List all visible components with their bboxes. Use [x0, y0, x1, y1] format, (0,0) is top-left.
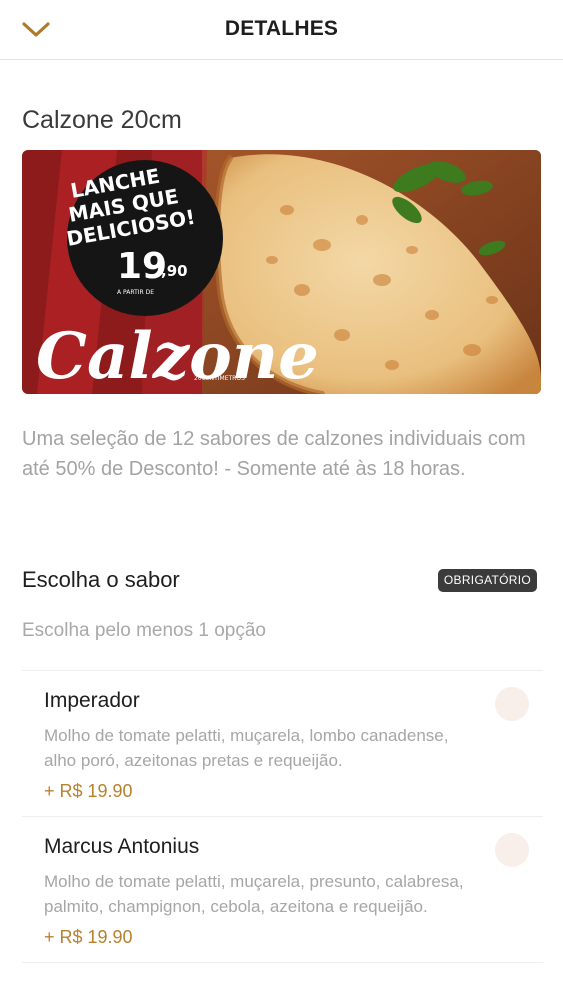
banner-brand-sub: 20CENTÍMETROS [194, 375, 245, 382]
option-price: + R$ 19.90 [44, 927, 133, 947]
product-description: Uma seleção de 12 sabores de calzones in… [22, 428, 526, 480]
product-image: LANCHE MAIS QUE DELICIOSO! 19 ,90 A PART… [22, 150, 541, 394]
options-section-title: Escolha o sabor [22, 567, 180, 592]
option-radio[interactable] [495, 833, 529, 867]
option-description: Molho de tomate pelatti, muçarela, presu… [44, 872, 464, 916]
banner-price-prefix: A PARTIR DE [117, 289, 154, 296]
option-item-imperador[interactable]: Imperador Molho de tomate pelatti, muçar… [22, 671, 543, 817]
banner-price-main: 19 [117, 246, 167, 287]
option-item-marcus-antonius[interactable]: Marcus Antonius Molho de tomate pelatti,… [22, 817, 543, 963]
top-bar: DETALHES [0, 0, 563, 60]
option-price: + R$ 19.90 [44, 781, 133, 801]
required-badge: OBRIGATÓRIO [437, 569, 537, 592]
option-description: Molho de tomate pelatti, muçarela, lombo… [44, 726, 449, 770]
option-name: Imperador [44, 689, 140, 712]
option-radio[interactable] [495, 687, 529, 721]
options-list: Imperador Molho de tomate pelatti, muçar… [22, 670, 543, 963]
page-title: DETALHES [224, 17, 339, 40]
option-name: Marcus Antonius [44, 835, 200, 858]
banner-brand: Calzone [36, 319, 319, 394]
product-name: Calzone 20cm [22, 106, 182, 134]
options-section-subtitle: Escolha pelo menos 1 opção [22, 620, 266, 641]
banner-price-cents: ,90 [161, 262, 188, 280]
